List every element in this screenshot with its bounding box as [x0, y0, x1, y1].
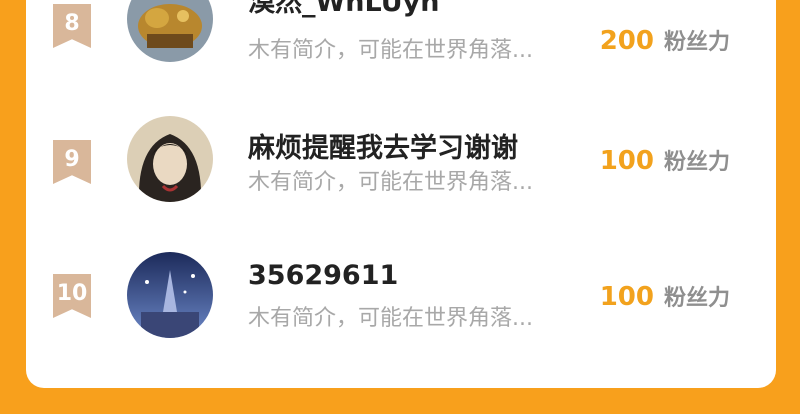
avatar-image-icon	[127, 0, 213, 62]
list-item[interactable]: 9 麻烦提醒我去学习谢谢 木有简介，可能在世界角落... 100 粉丝力	[26, 100, 776, 210]
avatar-image-icon	[127, 116, 213, 202]
fans-power: 100 粉丝力	[600, 144, 730, 176]
fans-count: 100	[599, 282, 654, 312]
username[interactable]: 35629611	[248, 260, 398, 291]
user-bio: 木有简介，可能在世界角落...	[248, 170, 533, 195]
fans-count: 100	[599, 146, 654, 176]
fans-label: 粉丝力	[663, 150, 730, 175]
user-bio: 木有简介，可能在世界角落...	[248, 38, 533, 63]
fans-label: 粉丝力	[663, 30, 730, 55]
avatar[interactable]	[127, 0, 213, 62]
list-item[interactable]: 10 35629611 木有简介，可能在世界角落... 100 粉丝力	[26, 236, 776, 346]
rank-badge: 9	[53, 140, 91, 184]
list-item[interactable]: 8 漠然_WhLUyh 木有简介，可能在世界角落... 200 粉丝力	[26, 0, 776, 70]
avatar[interactable]	[127, 252, 213, 338]
rank-badge: 8	[53, 4, 91, 48]
fans-power: 100 粉丝力	[600, 280, 730, 312]
fans-power: 200 粉丝力	[600, 24, 730, 56]
fans-count: 200	[599, 26, 654, 56]
avatar[interactable]	[127, 116, 213, 202]
avatar-image-icon	[127, 252, 213, 338]
fans-label: 粉丝力	[663, 286, 730, 311]
username[interactable]: 麻烦提醒我去学习谢谢	[248, 126, 518, 165]
user-bio: 木有简介，可能在世界角落...	[248, 306, 533, 331]
username[interactable]: 漠然_WhLUyh	[248, 0, 440, 19]
fan-ranking-card: 8 漠然_WhLUyh 木有简介，可能在世界角落... 200 粉丝力 9 麻烦…	[26, 0, 776, 388]
rank-badge: 10	[53, 274, 91, 318]
